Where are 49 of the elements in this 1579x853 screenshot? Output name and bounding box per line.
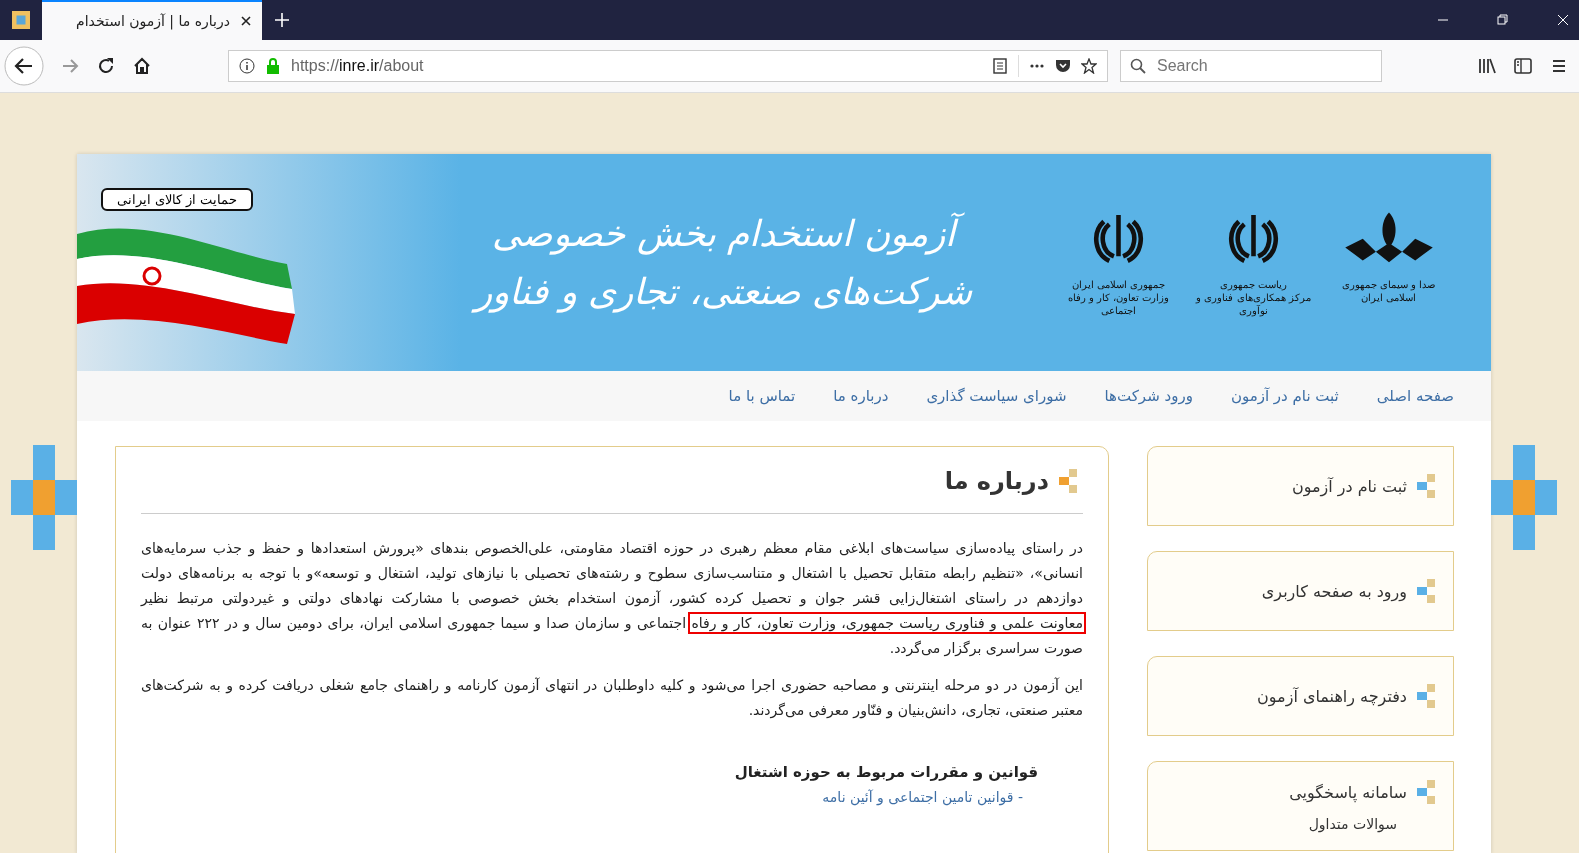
pocket-icon[interactable] (1055, 58, 1071, 74)
library-icon[interactable] (1477, 56, 1497, 76)
restore-icon[interactable] (1497, 14, 1509, 26)
bullet-icon (1417, 780, 1437, 804)
home-icon[interactable] (132, 56, 152, 76)
app-icon (12, 11, 30, 29)
logo-caption: صدا و سیمای جمهوری اسلامی ایران (1340, 278, 1437, 304)
nav-link[interactable]: شورای سیاست گذاری (926, 387, 1067, 405)
reader-view-icon[interactable] (992, 58, 1008, 74)
banner-subtitle: شرکت‌های صنعتی، تجاری و فناور (461, 262, 986, 321)
browser-tab[interactable]: درباره ما | آزمون استخدام (42, 0, 262, 40)
nav-link[interactable]: ثبت نام در آزمون (1230, 387, 1339, 405)
back-icon[interactable] (4, 46, 44, 86)
law-link[interactable]: - قوانین تامین اجتماعی و آئین نامه (141, 789, 1023, 805)
nav-link[interactable]: تماس با ما (728, 387, 796, 405)
nav-link[interactable]: صفحه اصلی (1376, 387, 1454, 405)
address-bar[interactable]: https://inre.ir/about (228, 50, 1108, 82)
star-icon[interactable] (1081, 58, 1097, 74)
bullet-icon (1417, 579, 1437, 603)
slogan-badge: حمایت از کالای ایرانی (101, 188, 254, 211)
highlighted-text: معاونت علمی و فناوری ریاست جمهوری، وزارت تعاون، کار و رفاه (691, 615, 1083, 631)
logo-caption: مرکز همکاری‌های فناوری و نوآوری (1194, 291, 1312, 317)
close-window-icon[interactable] (1557, 14, 1569, 26)
banner-title: آزمون استخدام بخش خصوصی (478, 204, 969, 263)
sidebar-link[interactable]: دفترچه راهنمای آزمون (1257, 686, 1407, 706)
url-text[interactable]: https://inre.ir/about (291, 57, 424, 75)
sidebar-link[interactable]: سامانه پاسخگویی (1289, 782, 1407, 802)
info-icon[interactable] (239, 58, 255, 74)
bullet-icon (1417, 684, 1437, 708)
lock-icon (265, 58, 281, 74)
section-heading: قوانین و مقررات مربوط به حوزه اشتغال (733, 763, 1038, 781)
nav-link[interactable]: ورود شرکت‌ها (1104, 387, 1193, 405)
new-tab-icon[interactable] (274, 12, 290, 28)
body-paragraph: این آزمون در دو مرحله اینترنتی و مصاحبه حضوری اجرا می‌شود و کلیه داوطلبان در انتهای آزمون کارنامه و راهنمای جامع شغلی دریافت کرده و به شرکت‌های معتبر صنعتی، تجاری، دانش‌بنیان و فنّاور معرفی می‌گردند. (141, 676, 1083, 721)
nav-link[interactable]: درباره ما (833, 387, 889, 405)
page-title: درباره ما (944, 467, 1049, 495)
logo-caption: جمهوری اسلامی ایران (1071, 278, 1166, 291)
reload-icon[interactable] (96, 56, 116, 76)
sidebar-icon[interactable] (1513, 56, 1533, 76)
close-icon[interactable] (240, 15, 252, 27)
bullet-icon (1417, 474, 1437, 498)
sidebar-link[interactable]: سوالات متداول (1164, 816, 1397, 832)
search-field[interactable]: Search (1120, 50, 1382, 82)
logo-caption: ریاست جمهوری (1219, 278, 1288, 291)
body-paragraph: در راستای پیاده‌سازی سیاست‌های ابلاغی مقام معظم رهبری در حوزه اقتصاد مقاومتی، علی‌الخصوص بندهای «پرورش استعدادها و حفظ و جذب سرمایه‌های انسانی»، «تنظیم رابطه متقابل تحصیل با اشتغال و متناسب‌سازی سطوح و رشته‌های تحصیلی با نیازهای تولید، اشتغال و توسعه»و با توجه به برنامه‌های دولت دوازدهم در راستای اشتغال‌زایی قشر جوان و تحصیل کرده کشور، آزمون استخدام بخش خصوصی با مشارکت نهادهای دولتی و غیردولتی مرتبط نظیر معاونت علمی و فناوری ریاست جمهوری، وزارت تعاون، کار و رفاه اجتماعی و سازمان صدا و سیما جمهوری اسلامی ایران، برای دومین سال و در ۲۲۲ عنوان به صورت سراسری برگزار می‌گردد. (141, 536, 1083, 661)
logo-caption: وزارت تعاون، کار و رفاه اجتماعی (1066, 291, 1171, 317)
sidebar-link[interactable]: ثبت نام در آزمون (1291, 476, 1407, 496)
bullet-icon (1059, 469, 1079, 493)
sidebar-link[interactable]: ورود به صفحه کاربری (1261, 581, 1407, 601)
